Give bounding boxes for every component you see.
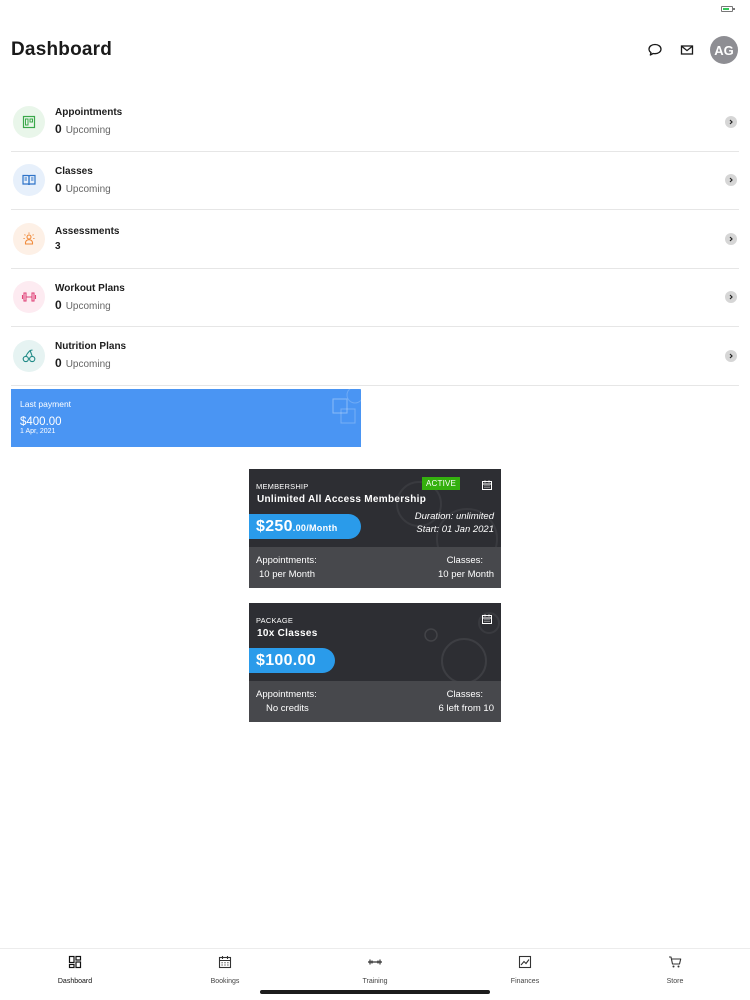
cart-icon — [668, 955, 682, 974]
last-payment-card[interactable]: Last payment $400.00 1 Apr, 2021 — [11, 389, 361, 447]
classes-value: 10 per Month — [438, 569, 494, 580]
summary-count: 0 — [55, 122, 62, 137]
tab-label: Store — [666, 978, 684, 985]
appointments-icon — [13, 105, 45, 138]
summary-suffix: Upcoming — [65, 359, 111, 371]
appointments-value: 10 per Month — [259, 569, 315, 580]
summary-suffix: Upcoming — [65, 183, 111, 195]
package-card[interactable]: PACKAGE 10x Classes $100.00 Appointments… — [249, 603, 501, 722]
chevron-right-icon[interactable] — [725, 115, 737, 128]
start-date-text: Start: 01 Jan 2021 — [416, 524, 494, 535]
price-main: $250 — [256, 518, 293, 535]
card-name: Unlimited All Access Membership — [257, 494, 427, 505]
summary-item-classes[interactable]: Classes 0 Upcoming — [11, 152, 739, 210]
header-actions: AG — [646, 36, 738, 64]
calendar-icon — [218, 955, 232, 974]
last-payment-label: Last payment — [20, 399, 72, 409]
appointments-label: Appointments: — [256, 689, 317, 700]
tab-label: Finances — [510, 978, 540, 985]
summary-list: Appointments 0 Upcoming Classes 0 Upcoming… — [11, 93, 739, 386]
page-title: Dashboard — [11, 39, 113, 60]
calendar-icon[interactable] — [481, 612, 493, 624]
decorative-pattern — [332, 389, 361, 424]
tab-store[interactable]: Store — [600, 949, 750, 1000]
classes-book-icon — [13, 164, 45, 197]
dashboard-icon — [68, 955, 82, 974]
summary-item-assessments[interactable]: Assessments 3 — [11, 210, 739, 269]
price-pill: $250 .00/Month — [249, 514, 361, 539]
summary-label: Workout Plans — [55, 282, 125, 294]
status-badge: ACTIVE — [422, 477, 461, 490]
chat-bubble-icon[interactable] — [646, 41, 664, 59]
summary-count: 0 — [55, 297, 62, 312]
summary-label: Classes — [55, 165, 93, 177]
tab-label: Training — [362, 978, 388, 985]
home-indicator — [260, 990, 490, 994]
summary-count: 0 — [55, 356, 62, 371]
last-payment-date: 1 Apr, 2021 — [20, 428, 56, 435]
chevron-right-icon[interactable] — [725, 291, 737, 304]
credits-section: Appointments: 10 per Month Classes: 10 p… — [249, 547, 501, 588]
classes-value: 6 left from 10 — [438, 703, 494, 714]
summary-item-appointments[interactable]: Appointments 0 Upcoming — [11, 93, 739, 152]
tab-dashboard[interactable]: Dashboard — [0, 949, 150, 1000]
mail-icon[interactable] — [678, 41, 696, 59]
cherries-icon — [13, 339, 45, 372]
summary-label: Assessments — [55, 225, 120, 237]
battery-icon — [721, 6, 735, 12]
summary-suffix: Upcoming — [65, 125, 111, 137]
calendar-icon[interactable] — [481, 478, 493, 490]
summary-suffix: Upcoming — [65, 300, 111, 312]
dumbbell-icon — [13, 281, 45, 314]
membership-card[interactable]: MEMBERSHIP ACTIVE Unlimited All Access M… — [249, 469, 501, 588]
assessments-icon — [13, 222, 45, 255]
summary-item-nutrition-plans[interactable]: Nutrition Plans 0 Upcoming — [11, 327, 739, 386]
card-type: MEMBERSHIP — [256, 482, 309, 491]
header: Dashboard AG — [11, 35, 738, 65]
chevron-right-icon[interactable] — [725, 174, 737, 187]
tab-label: Dashboard — [57, 978, 93, 985]
appointments-value: No credits — [266, 703, 309, 714]
duration-text: Duration: unlimited — [414, 511, 494, 522]
training-icon — [367, 955, 383, 974]
finances-chart-icon — [518, 955, 532, 974]
appointments-label: Appointments: — [256, 555, 317, 566]
classes-label: Classes: — [446, 555, 483, 566]
membership-terms: Duration: unlimited Start: 01 Jan 2021 — [415, 510, 494, 536]
summary-item-workout-plans[interactable]: Workout Plans 0 Upcoming — [11, 269, 739, 327]
price-main: $100.00 — [256, 652, 316, 669]
classes-label: Classes: — [446, 689, 483, 700]
tab-label: Bookings — [210, 978, 240, 985]
avatar[interactable]: AG — [710, 36, 738, 64]
credits-section: Appointments: No credits Classes: 6 left… — [249, 681, 501, 722]
card-name: 10x Classes — [257, 628, 318, 639]
price-suffix: .00/Month — [292, 523, 338, 533]
summary-count: 3 — [55, 240, 61, 252]
chevron-right-icon[interactable] — [725, 349, 737, 362]
summary-count: 0 — [55, 180, 62, 195]
last-payment-amount: $400.00 — [20, 416, 62, 428]
price-pill: $100.00 — [249, 648, 335, 673]
card-type: PACKAGE — [256, 616, 294, 625]
summary-label: Nutrition Plans — [55, 341, 127, 353]
chevron-right-icon[interactable] — [725, 232, 737, 245]
summary-label: Appointments — [55, 107, 123, 119]
